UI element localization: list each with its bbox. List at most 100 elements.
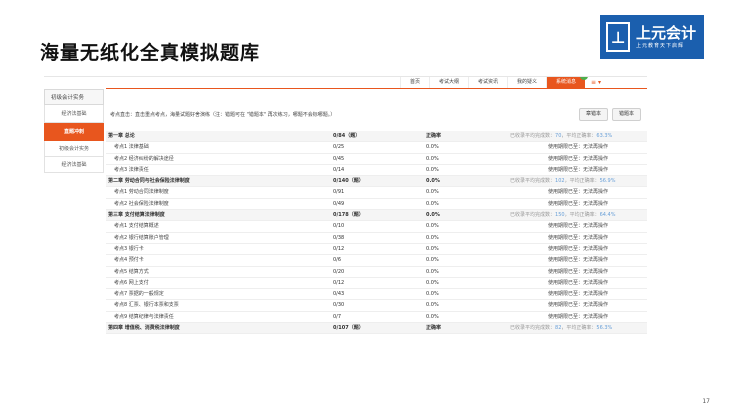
row-count: 0/84（题） xyxy=(333,133,361,139)
tab-system-messages[interactable]: 系统消息 0 xyxy=(546,77,589,88)
chapter-row[interactable]: 第一章 总论 0/84（题） 正确率 已收录平均完成数：70，平均正确率：63.3% xyxy=(106,131,647,143)
row-rate: 0.0% xyxy=(426,166,439,173)
chapter-row[interactable]: 第三章 支付结算法律制度 0/178（题） 0.0% 已收录平均完成数：150，平均正… xyxy=(106,210,647,222)
sidebar-item-economic-law[interactable]: 经济法基础 xyxy=(44,105,104,123)
question-table: 第一章 总论 0/84（题） 正确率 已收录平均完成数：70，平均正确率：63.3% 考… xyxy=(106,131,647,335)
row-count: 0/25 xyxy=(333,144,345,151)
row-count: 0/91 xyxy=(333,189,345,196)
topic-row[interactable]: 考点8 汇票、银行本票和支票 0/30 0.0% 使用期限已至：无法再操作 xyxy=(106,300,647,312)
row-count: 0/14 xyxy=(333,166,345,173)
row-rate: 0.0% xyxy=(426,234,439,241)
row-name: 考点6 网上支付 xyxy=(114,279,149,286)
tab-news[interactable]: 考试资讯 xyxy=(468,77,507,88)
stats-mid: ，平均正确率： xyxy=(561,325,597,332)
topic-row[interactable]: 考点1 支付结算概述 0/10 0.0% 使用期限已至：无法再操作 xyxy=(106,221,647,233)
row-rate: 0.0% xyxy=(426,313,439,320)
logo-mark-icon: ⊥ xyxy=(606,22,630,52)
row-count: 0/10 xyxy=(333,223,345,230)
row-rate: 0.0% xyxy=(426,223,439,230)
row-rate: 0.0% xyxy=(426,144,439,151)
stats-prefix: 已收录平均完成数： xyxy=(510,325,556,332)
topic-row[interactable]: 考点1 法律基础 0/25 0.0% 使用期限已至：无法再操作 xyxy=(106,142,647,154)
row-rate: 0.0% xyxy=(426,200,439,207)
tab-system-messages-label: 系统消息 xyxy=(556,79,577,85)
row-rate: 0.0% xyxy=(426,155,439,162)
row-name: 考点2 银行结算账户管理 xyxy=(114,234,169,241)
topic-row[interactable]: 考点2 社会保险法律制度 0/49 0.0% 使用期限已至：无法再操作 xyxy=(106,199,647,211)
row-note: 使用期限已至：无法再操作 xyxy=(548,234,609,241)
row-count: 0/38 xyxy=(333,234,345,241)
chapter-mistakes-button[interactable]: 章错本 xyxy=(578,107,608,121)
tab-syllabus[interactable]: 考试大纲 xyxy=(428,77,468,88)
row-count: 0/12 xyxy=(333,245,345,252)
sidebar-subitem-accounting[interactable]: 初级会计实务 xyxy=(44,141,104,157)
topic-row[interactable]: 考点7 票据的一般规定 0/43 0.0% 使用期限已至：无法再操作 xyxy=(106,289,647,301)
row-name: 考点1 支付结算概述 xyxy=(114,223,159,230)
chapter-stats: 已收录平均完成数：102，平均正确率：56.9% xyxy=(510,176,615,187)
topic-row[interactable]: 考点4 预付卡 0/6 0.0% 使用期限已至：无法再操作 xyxy=(106,255,647,267)
stats-mid: ，平均正确率： xyxy=(561,133,597,139)
row-count: 0/45 xyxy=(333,155,345,162)
stats-rate: 56.9% xyxy=(599,178,616,185)
row-note: 使用期限已至：无法再操作 xyxy=(548,257,609,264)
row-count: 0/20 xyxy=(333,268,345,275)
row-note: 使用期限已至：无法再操作 xyxy=(548,245,609,252)
row-rate: 0.0% xyxy=(426,178,440,185)
stats-rate: 64.4% xyxy=(599,212,616,219)
notice-text: 考点直击：直击重点考点，海量试题好舍演练（注：错题可在 "错题本" 再次练习，哪… xyxy=(110,111,336,118)
row-note: 使用期限已至：无法再操作 xyxy=(548,302,609,309)
topic-row[interactable]: 考点5 结算方式 0/20 0.0% 使用期限已至：无法再操作 xyxy=(106,267,647,278)
row-count: 0/49 xyxy=(333,200,345,207)
row-name: 考点8 汇票、银行本票和支票 xyxy=(114,302,179,309)
topic-row[interactable]: 考点2 经济纠纷的解决途径 0/45 0.0% 使用期限已至：无法再操作 xyxy=(106,154,647,165)
row-note: 使用期限已至：无法再操作 xyxy=(548,166,609,173)
row-note: 使用期限已至：无法再操作 xyxy=(548,313,609,320)
stats-rate: 56.3% xyxy=(596,325,613,332)
stats-count: 102 xyxy=(555,178,565,185)
row-count: 0/178（题） xyxy=(333,212,364,219)
row-count: 0/30 xyxy=(333,302,345,309)
topic-row[interactable]: 考点9 结算纪律与法律责任 0/7 0.0% 使用期限已至：无法再操作 xyxy=(106,312,647,324)
chapter-stats: 已收录平均完成数：70，平均正确率：63.3% xyxy=(510,131,612,142)
topic-row[interactable]: 考点3 银行卡 0/12 0.0% 使用期限已至：无法再操作 xyxy=(106,244,647,256)
row-name: 考点4 预付卡 xyxy=(114,257,144,264)
logo-name: 上元会计 xyxy=(636,24,697,42)
stats-mid: ，平均正确率： xyxy=(564,178,600,185)
row-name: 考点1 劳动合同法律制度 xyxy=(114,189,169,196)
row-rate: 0.0% xyxy=(426,245,439,252)
tab-my-questions[interactable]: 我的疑义 xyxy=(507,77,546,88)
topic-row[interactable]: 考点6 网上支付 0/12 0.0% 使用期限已至：无法再操作 xyxy=(106,278,647,290)
sidebar-subitem-economic-law[interactable]: 经济法基础 xyxy=(44,157,104,173)
row-rate: 0.0% xyxy=(426,268,439,275)
tab-home[interactable]: 首页 xyxy=(399,77,429,88)
sidebar-header[interactable]: 初级会计实务 xyxy=(44,89,104,105)
row-rate: 0.0% xyxy=(426,279,439,286)
topic-row[interactable]: 考点3 法律责任 0/14 0.0% 使用期限已至：无法再操作 xyxy=(106,165,647,177)
stats-count: 150 xyxy=(555,212,565,219)
row-count: 0/43 xyxy=(333,291,345,298)
topic-row[interactable]: 考点1 劳动合同法律制度 0/91 0.0% 使用期限已至：无法再操作 xyxy=(106,187,647,199)
stats-prefix: 已收录平均完成数： xyxy=(510,212,556,219)
menu-icon[interactable]: ≡ ▾ xyxy=(585,77,607,88)
row-note: 使用期限已至：无法再操作 xyxy=(548,291,609,298)
row-name: 考点3 法律责任 xyxy=(114,166,149,173)
row-note: 使用期限已至：无法再操作 xyxy=(548,144,609,151)
row-note: 使用期限已至：无法再操作 xyxy=(548,268,609,275)
topic-row[interactable]: 考点2 银行结算账户管理 0/38 0.0% 使用期限已至：无法再操作 xyxy=(106,233,647,244)
row-count: 0/6 xyxy=(333,257,342,264)
row-name: 考点3 银行卡 xyxy=(114,245,144,252)
row-count: 0/7 xyxy=(333,313,342,320)
chapter-row[interactable]: 第四章 增值税、消费税法律制度 0/107（题） 正确率 已收录平均完成数：82，平均… xyxy=(106,323,647,335)
row-rate: 正确率 xyxy=(426,133,442,139)
row-count: 0/12 xyxy=(333,279,345,286)
chapter-row[interactable]: 第二章 劳动合同与社会保险法律制度 0/140（题） 0.0% 已收录平均完成数：10… xyxy=(106,176,647,188)
top-nav: 首页 考试大纲 考试资讯 我的疑义 系统消息 0 ≡ ▾ xyxy=(106,77,647,89)
mistake-book-button[interactable]: 错题本 xyxy=(611,107,641,121)
row-rate: 0.0% xyxy=(426,189,439,196)
sidebar: 初级会计实务 经济法基础 直题冲刺 初级会计实务 经济法基础 xyxy=(44,89,104,173)
sidebar-item-exam-sprint[interactable]: 直题冲刺 xyxy=(44,123,104,141)
row-rate: 0.0% xyxy=(426,302,439,309)
stats-rate: 63.3% xyxy=(596,133,613,139)
app-screenshot: 初级会计实务 经济法基础 直题冲刺 初级会计实务 经济法基础 首页 考试大纲 考… xyxy=(44,76,647,394)
row-name: 第三章 支付结算法律制度 xyxy=(108,212,165,219)
